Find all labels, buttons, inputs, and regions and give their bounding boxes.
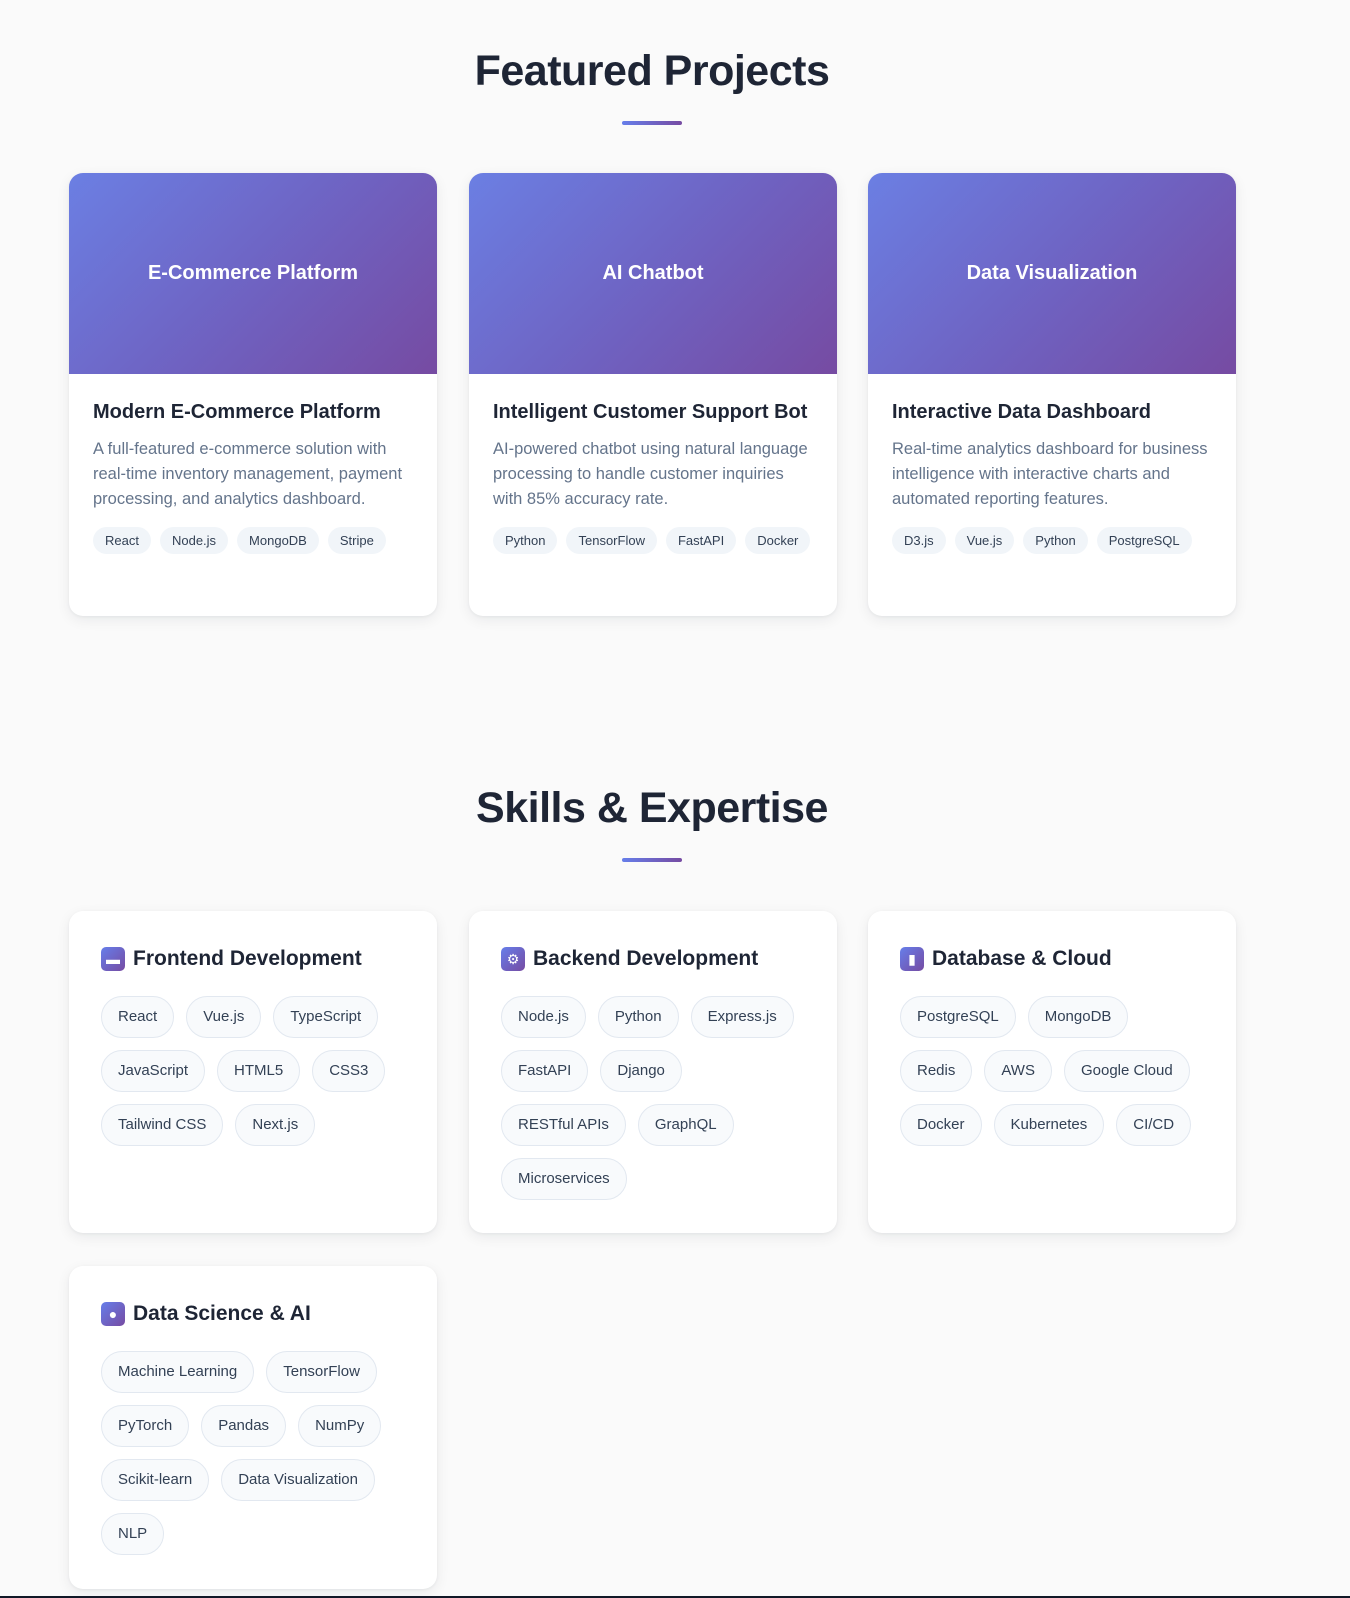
skill-pill: Python [597, 996, 679, 1038]
tech-tag: D3.js [892, 527, 946, 554]
skill-pill: HTML5 [217, 1050, 301, 1092]
project-banner-label: Data Visualization [966, 262, 1138, 284]
tech-tag: Docker [745, 527, 811, 554]
skill-pill: Vue.js [186, 996, 262, 1038]
portfolio-page: Featured Projects E-Commerce Platform Mo… [0, 0, 1350, 1598]
skill-pill: Docker [900, 1104, 982, 1146]
skill-pill: NLP [101, 1513, 165, 1555]
skill-pill: NumPy [298, 1405, 382, 1447]
skill-pill: Microservices [501, 1158, 627, 1200]
skill-pill: Express.js [690, 996, 794, 1038]
skill-pill: Redis [900, 1050, 973, 1092]
project-title: Intelligent Customer Support Bot [493, 401, 808, 423]
tech-tag: PostgreSQL [1096, 527, 1192, 554]
skill-pills: React Vue.js TypeScript JavaScript HTML5… [101, 996, 405, 1146]
project-card-ai-chatbot[interactable]: AI Chatbot Intelligent Customer Support … [469, 173, 837, 616]
projects-title-underline [622, 121, 682, 125]
project-banner: E-Commerce Platform [69, 173, 437, 374]
tech-tag: Python [493, 527, 558, 554]
tech-tag: Python [1023, 527, 1088, 554]
project-banner: Data Visualization [868, 173, 1236, 374]
skill-pill: Kubernetes [993, 1104, 1105, 1146]
tech-tag: Stripe [327, 527, 386, 554]
skill-pill: TypeScript [273, 996, 379, 1038]
skill-pill: AWS [984, 1050, 1052, 1092]
skill-card-database-cloud: ▮ Database & Cloud PostgreSQL MongoDB Re… [868, 911, 1236, 1233]
projects-section-title: Featured Projects [474, 47, 830, 95]
project-description: AI-powered chatbot using natural languag… [493, 440, 808, 508]
project-banner: AI Chatbot [469, 173, 837, 374]
skill-pill: PyTorch [101, 1405, 190, 1447]
skill-pill: Next.js [235, 1104, 316, 1146]
project-banner-label: E-Commerce Platform [147, 262, 359, 284]
tech-tag: Node.js [159, 527, 229, 554]
skills-section-title: Skills & Expertise [476, 784, 828, 832]
project-title: Interactive Data Dashboard [892, 401, 1151, 423]
skill-card-title: Data Science & AI [133, 1302, 311, 1325]
skill-card-data-science-ai: ● Data Science & AI Machine Learning Ten… [69, 1266, 437, 1589]
project-tags: D3.js Vue.js Python PostgreSQL [892, 527, 1212, 554]
skill-pill: Scikit-learn [101, 1459, 210, 1501]
project-banner-label: AI Chatbot [602, 262, 704, 284]
skill-pill: PostgreSQL [900, 996, 1016, 1038]
skill-pills: Node.js Python Express.js FastAPI Django… [501, 996, 805, 1200]
skill-card-title: Backend Development [533, 947, 759, 970]
skill-card-backend: ⚙ Backend Development Node.js Python Exp… [469, 911, 837, 1233]
skill-pill: Tailwind CSS [101, 1104, 224, 1146]
skills-title-underline [622, 858, 682, 862]
tech-tag: Vue.js [954, 527, 1015, 554]
tech-tag: React [93, 527, 151, 554]
skill-card-frontend: ▬ Frontend Development React Vue.js Type… [69, 911, 437, 1233]
tech-tag: MongoDB [237, 527, 319, 554]
skill-pill: Node.js [501, 996, 586, 1038]
project-description: Real-time analytics dashboard for busine… [892, 440, 1208, 508]
skill-pill: JavaScript [101, 1050, 206, 1092]
skill-pill: CI/CD [1116, 1104, 1192, 1146]
skill-pill: Data Visualization [221, 1459, 375, 1501]
skill-pill: Machine Learning [101, 1351, 255, 1393]
skill-pill: MongoDB [1027, 996, 1129, 1038]
skill-pill: FastAPI [501, 1050, 589, 1092]
project-description: A full-featured e-commerce solution with… [93, 440, 403, 508]
project-title: Modern E-Commerce Platform [93, 401, 381, 423]
database-icon: ▮ [900, 947, 924, 971]
skill-pills: Machine Learning TensorFlow PyTorch Pand… [101, 1351, 405, 1555]
skill-pill: RESTful APIs [501, 1104, 626, 1146]
skill-pill: CSS3 [312, 1050, 386, 1092]
gear-icon: ⚙ [501, 947, 525, 971]
project-tags: Python TensorFlow FastAPI Docker [493, 527, 813, 554]
project-tags: React Node.js MongoDB Stripe [93, 527, 413, 554]
project-card-ecommerce[interactable]: E-Commerce Platform Modern E-Commerce Pl… [69, 173, 437, 616]
tech-tag: FastAPI [665, 527, 737, 554]
skill-pill: React [101, 996, 175, 1038]
skill-pill: Pandas [201, 1405, 287, 1447]
skill-pill: Django [600, 1050, 682, 1092]
project-card-data-visualization[interactable]: Data Visualization Interactive Data Dash… [868, 173, 1236, 616]
tech-tag: TensorFlow [566, 527, 657, 554]
skill-pill: GraphQL [637, 1104, 734, 1146]
skill-pills: PostgreSQL MongoDB Redis AWS Google Clou… [900, 996, 1204, 1146]
brain-icon: ● [101, 1302, 125, 1326]
laptop-icon: ▬ [101, 947, 125, 971]
skill-card-title: Database & Cloud [932, 947, 1112, 970]
skill-card-title: Frontend Development [133, 947, 362, 970]
skill-pill: TensorFlow [266, 1351, 377, 1393]
skill-pill: Google Cloud [1063, 1050, 1190, 1092]
